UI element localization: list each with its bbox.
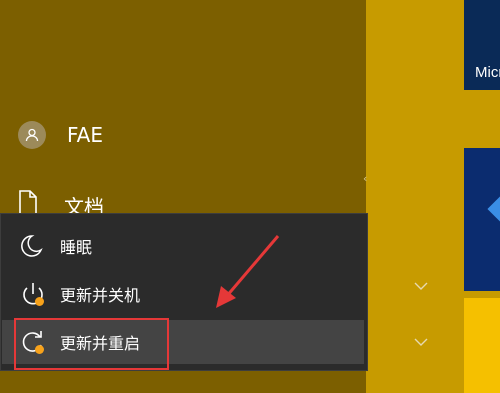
annotation-arrow-icon: [216, 235, 280, 308]
